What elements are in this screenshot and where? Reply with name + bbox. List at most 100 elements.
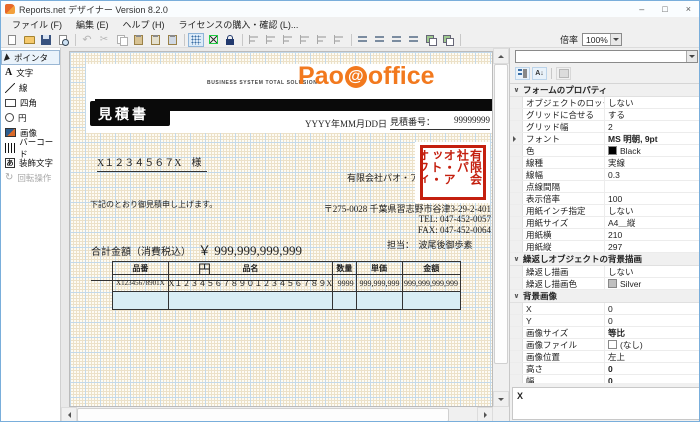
property-row[interactable]: 用紙横210 (510, 229, 700, 241)
scroll-up-button[interactable] (493, 48, 509, 64)
minimize-button[interactable]: – (639, 4, 644, 14)
quote-number-field[interactable]: 見積番号： 99999999 (390, 115, 490, 130)
chevron-icon: ∨ (510, 292, 523, 300)
property-row[interactable]: 線幅0.3 (510, 169, 700, 181)
vertical-scrollbar[interactable] (493, 48, 509, 407)
design-canvas[interactable]: BUSINESS SYSTEM TOTAL SOLUSION Pao@offic… (61, 48, 509, 422)
property-row[interactable]: 繰返し描画しない (510, 266, 700, 278)
paste-button[interactable] (130, 33, 146, 47)
property-row[interactable]: 幅0 (510, 375, 700, 383)
align-right-button[interactable] (280, 33, 296, 47)
same-height-icon (375, 35, 385, 44)
col-header: 数量 (333, 262, 356, 275)
space-evenly-button[interactable] (406, 33, 422, 47)
paste-format-button[interactable] (164, 33, 180, 47)
table-header-row: 品番 品名 数量 単価 金額 (113, 262, 461, 275)
copy-button[interactable] (113, 33, 129, 47)
horizontal-scroll-thumb[interactable] (77, 408, 449, 422)
send-to-back-button[interactable] (440, 33, 456, 47)
property-row[interactable]: 用紙縦297 (510, 241, 700, 253)
tool-text[interactable]: A文字 (1, 65, 60, 80)
property-row[interactable]: フォントMS 明朝, 9pt (510, 133, 700, 145)
date-field[interactable]: YYYY年MM月DD日 (305, 117, 387, 130)
document-title[interactable]: 見積書 (90, 101, 170, 126)
company-seal-image[interactable]: 有限会社パオ・アット・オフィス印 (415, 142, 490, 203)
staff-field[interactable]: 担当： 波尾後御歩素 (387, 238, 473, 251)
alphabetical-view-button[interactable]: A↓ (532, 67, 547, 80)
toolbar-separator (460, 34, 461, 46)
report-page[interactable]: BUSINESS SYSTEM TOTAL SOLUSION Pao@offic… (69, 51, 493, 407)
tool-line[interactable]: 線 (1, 80, 60, 95)
empty-cell (402, 292, 460, 310)
align-top-button[interactable] (297, 33, 313, 47)
section-header[interactable]: ∨フォームのプロパティ (510, 84, 700, 97)
align-left-button[interactable] (246, 33, 262, 47)
cut-button[interactable]: ✂ (96, 33, 112, 47)
scroll-left-button[interactable] (61, 407, 77, 422)
menu-help[interactable]: ヘルプ (H) (116, 17, 172, 32)
align-bottom-button[interactable] (331, 33, 347, 47)
property-row[interactable]: 繰返し描画色Silver (510, 278, 700, 290)
maximize-button[interactable]: □ (662, 4, 667, 14)
new-button[interactable] (4, 33, 20, 47)
property-row[interactable]: 画像サイズ等比 (510, 327, 700, 339)
tool-decorated-text[interactable]: あ装飾文字 (1, 155, 60, 170)
tool-rectangle[interactable]: 四角 (1, 95, 60, 110)
tool-circle[interactable]: 円 (1, 110, 60, 125)
scroll-down-button[interactable] (493, 391, 509, 407)
property-row[interactable]: グリッド幅2 (510, 121, 700, 133)
tool-pointer[interactable]: ポインタ (1, 50, 60, 65)
property-row[interactable]: オブジェクトのロックしない (510, 97, 700, 109)
open-button[interactable] (21, 33, 37, 47)
bring-to-front-button[interactable] (423, 33, 439, 47)
company-logo[interactable]: Pao@office (298, 62, 435, 91)
save-button[interactable] (38, 33, 54, 47)
same-width-button[interactable] (355, 33, 371, 47)
address-block[interactable]: 〒275-0028 千葉県習志野市谷津3-29-2-401 TEL: 047-4… (305, 204, 491, 235)
customer-name-field[interactable]: X１２３４５６７X 様 (97, 154, 207, 172)
zoom-combo[interactable]: 100% (582, 33, 622, 46)
save-icon (41, 35, 51, 45)
align-center-button[interactable] (263, 33, 279, 47)
items-table[interactable]: 品番 品名 数量 単価 金額 X12345678901X X１２３４５６７８９０… (112, 261, 461, 310)
greeting-text[interactable]: 下記のとおり御見積申し上げます。 (90, 199, 217, 210)
property-row[interactable]: 色Black (510, 145, 700, 157)
tool-barcode[interactable]: バーコード (1, 140, 60, 155)
property-row[interactable]: 画像ファイル(なし) (510, 339, 700, 351)
menu-license[interactable]: ライセンスの購入・確認 (L)... (172, 17, 306, 32)
vertical-scroll-thumb[interactable] (494, 64, 508, 364)
property-row[interactable]: 点線間隔 (510, 181, 700, 193)
undo-button[interactable]: ↶ (79, 33, 95, 47)
logo-part1: Pao (298, 62, 344, 91)
section-header[interactable]: ∨背景画像 (510, 290, 700, 303)
cell-amount: 999,999,999,999 (402, 275, 460, 292)
categorized-view-button[interactable] (515, 67, 530, 80)
property-row[interactable]: Y0 (510, 315, 700, 327)
same-size-button[interactable] (389, 33, 405, 47)
image-icon (5, 128, 16, 137)
same-height-button[interactable] (372, 33, 388, 47)
menu-file[interactable]: ファイル (F) (5, 17, 69, 32)
property-row[interactable]: 表示倍率100 (510, 193, 700, 205)
property-row[interactable]: 用紙サイズA4＿縦 (510, 217, 700, 229)
preview-button[interactable] (55, 33, 71, 47)
align-middle-button[interactable] (314, 33, 330, 47)
bring-to-front-icon (426, 35, 436, 45)
property-row[interactable]: X0 (510, 303, 700, 315)
menu-edit[interactable]: 編集 (E) (69, 17, 116, 32)
section-header[interactable]: ∨繰返しオブジェクトの背景描画 (510, 253, 700, 266)
property-row[interactable]: 高さ0 (510, 363, 700, 375)
paste-special-button[interactable] (147, 33, 163, 47)
lock-button[interactable] (222, 33, 238, 47)
property-row[interactable]: 画像位置左上 (510, 351, 700, 363)
horizontal-scrollbar[interactable] (61, 407, 493, 422)
object-selector-combo[interactable] (515, 50, 698, 63)
property-row[interactable]: 線種実線 (510, 157, 700, 169)
property-row[interactable]: グリッドに合せるする (510, 109, 700, 121)
property-row[interactable]: 用紙インチ指定しない (510, 205, 700, 217)
snap-grid-button[interactable] (188, 33, 204, 47)
scroll-right-button[interactable] (477, 407, 493, 422)
object-bounds-button[interactable] (205, 33, 221, 47)
quote-number-value: 99999999 (454, 115, 490, 128)
close-button[interactable]: × (686, 4, 691, 14)
